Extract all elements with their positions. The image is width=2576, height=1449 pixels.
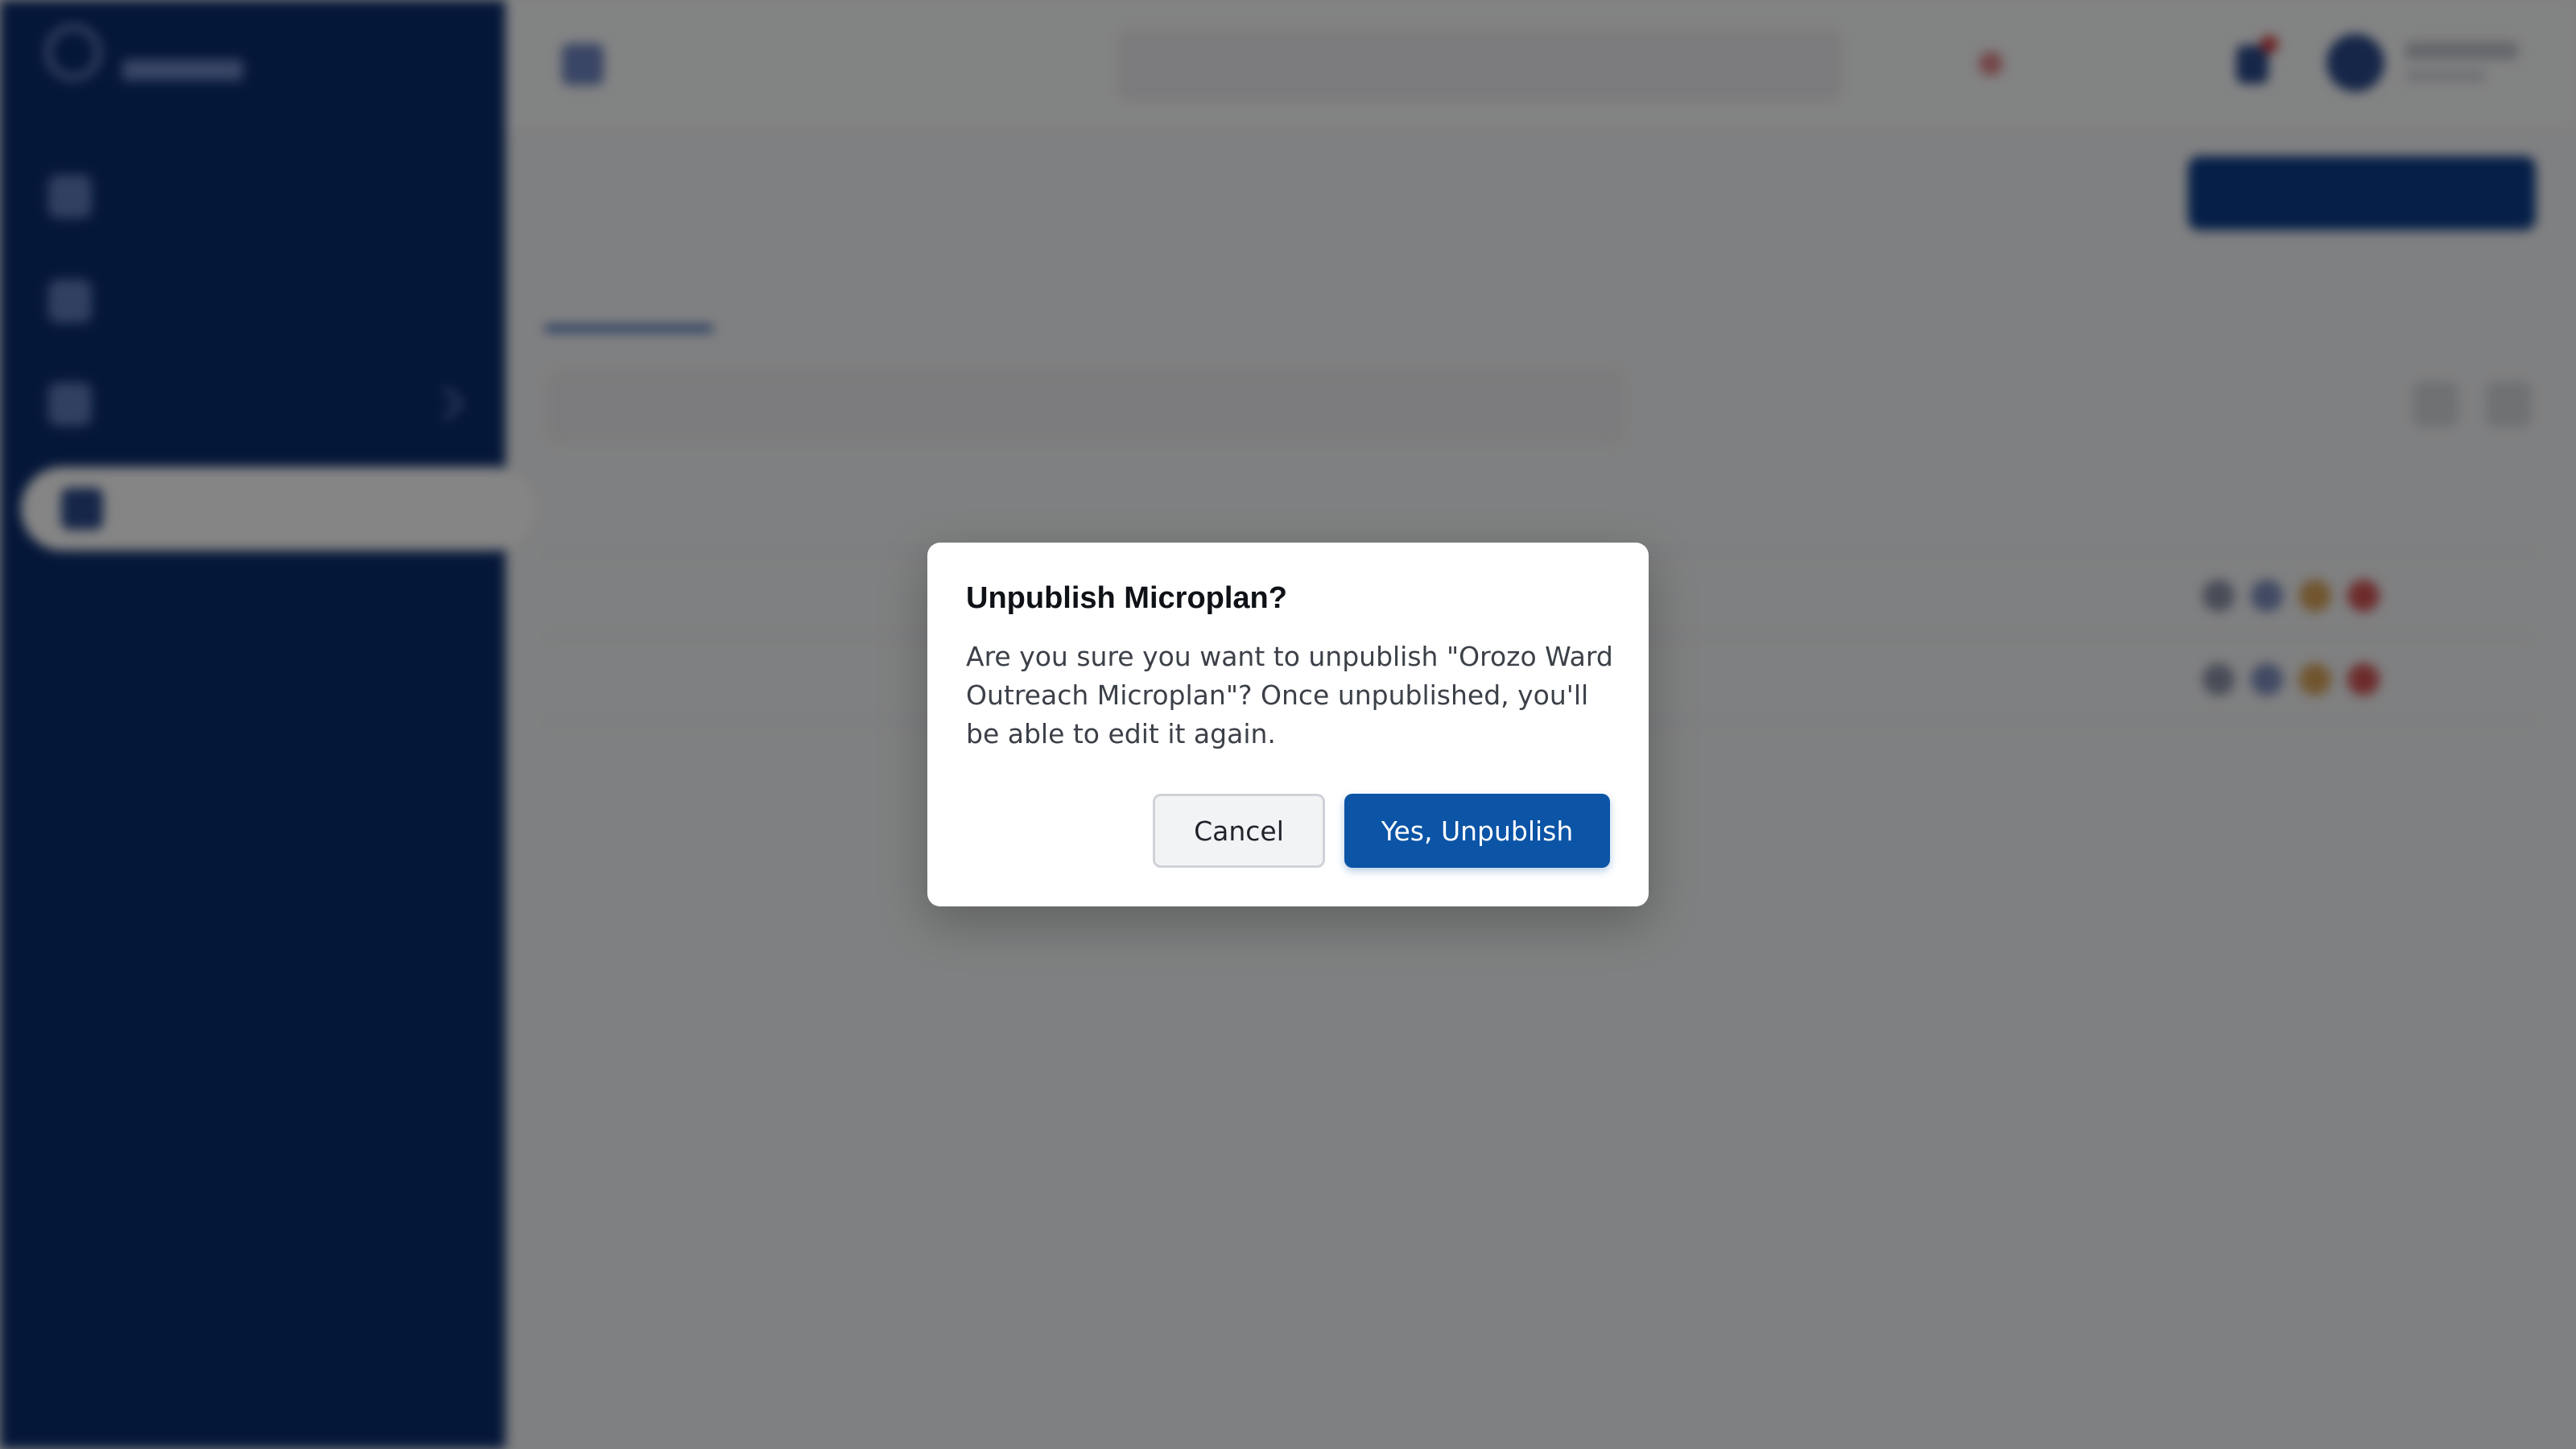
unpublish-dialog: Unpublish Microplan? Are you sure you wa… [927, 543, 1649, 906]
dialog-message: Are you sure you want to unpublish "Oroz… [966, 641, 1613, 749]
dialog-title: Unpublish Microplan? [966, 581, 1287, 615]
cancel-button[interactable]: Cancel [1153, 794, 1325, 868]
confirm-unpublish-button[interactable]: Yes, Unpublish [1344, 794, 1610, 868]
